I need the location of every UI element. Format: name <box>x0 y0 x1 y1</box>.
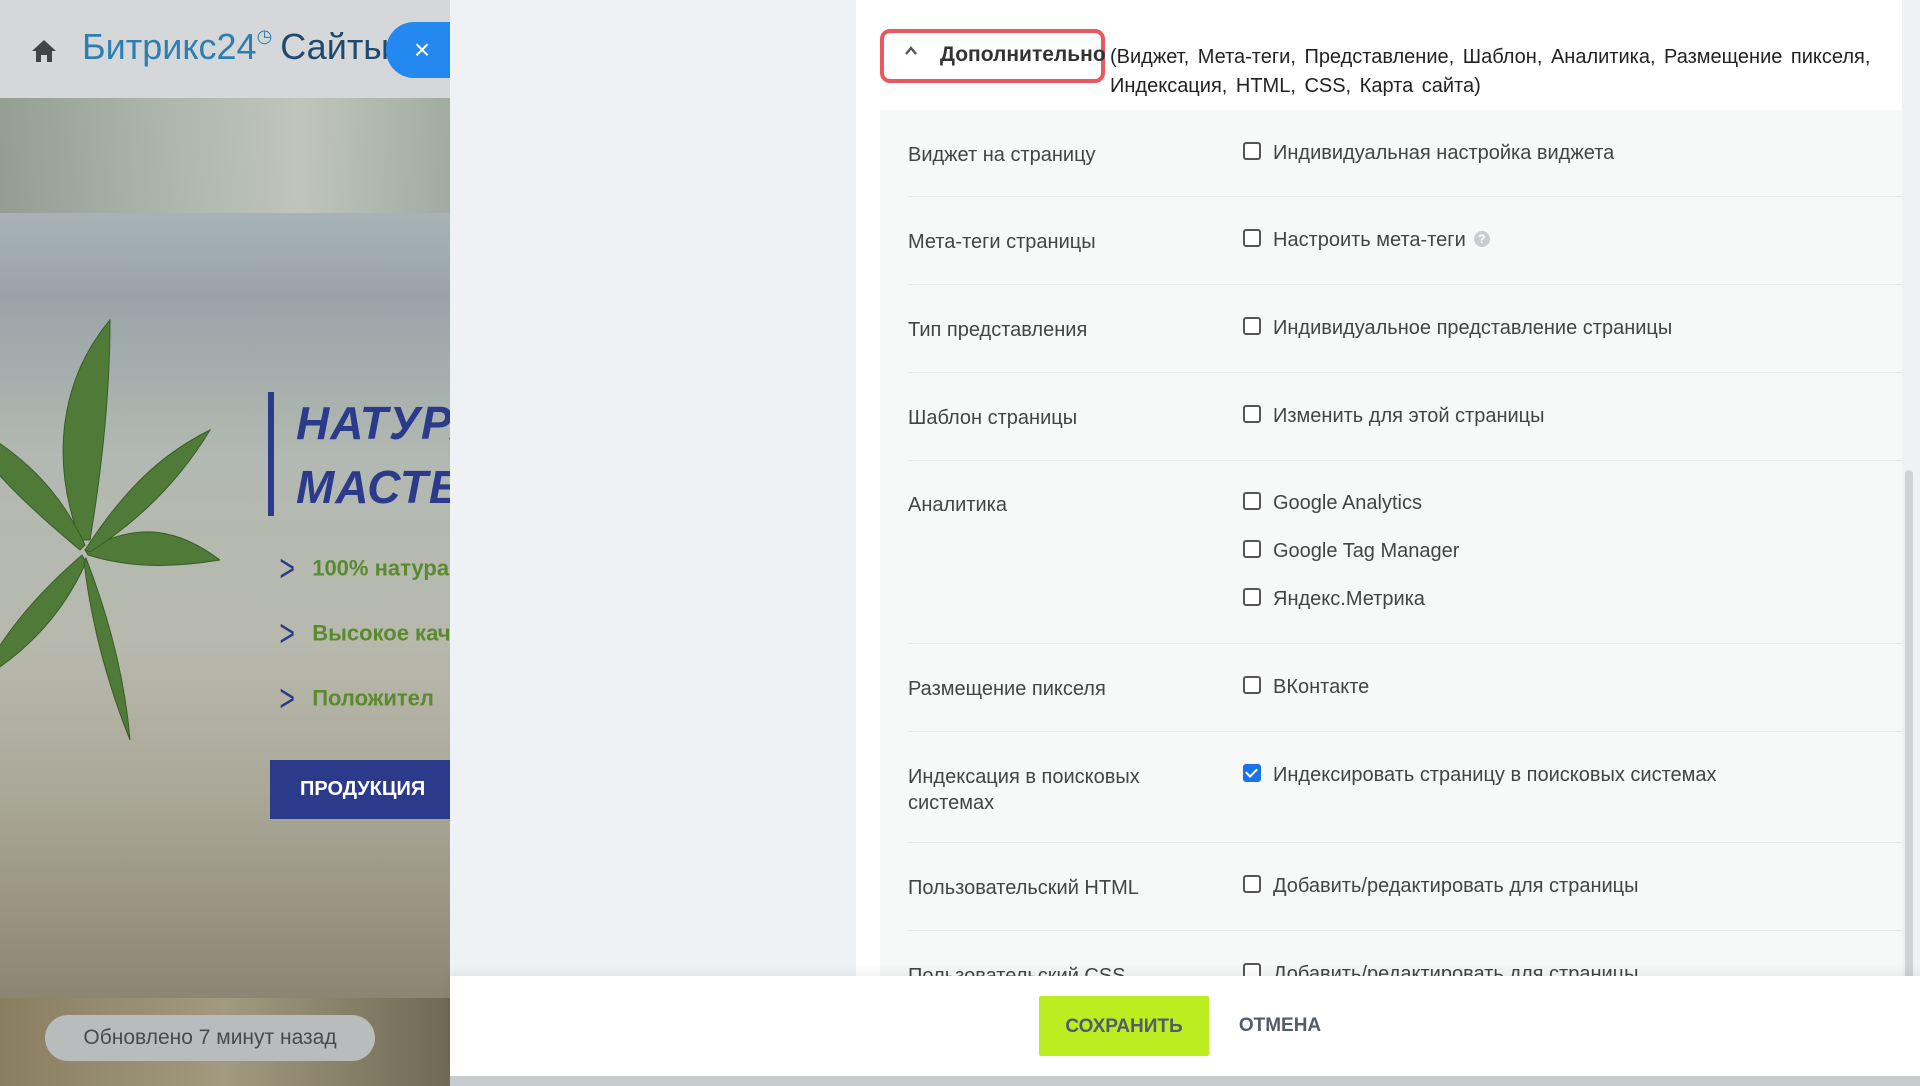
additional-section-description: (Виджет, Мета-теги, Представление, Шабло… <box>1110 46 1871 97</box>
chevron-up-icon[interactable] <box>904 44 918 58</box>
additional-toggle-label[interactable]: Дополнительно <box>940 43 1106 67</box>
row-label: Тип представления <box>908 319 1088 341</box>
checkbox[interactable] <box>1243 316 1261 335</box>
row-label: Мета-теги страницы <box>908 231 1096 253</box>
hero-feature-3: > Положител <box>279 678 434 720</box>
settings-row-view: Тип представления Индивидуальное предста… <box>908 285 1902 373</box>
settings-row-indexing: Индексация в поисковых системах Индексир… <box>908 732 1902 843</box>
checkbox[interactable] <box>1243 874 1261 893</box>
checkbox[interactable] <box>1243 587 1261 606</box>
row-label: Аналитика <box>908 494 1007 516</box>
home-icon[interactable] <box>30 38 58 64</box>
template-change-checkbox[interactable]: Изменить для этой страницы <box>1243 404 1545 428</box>
widget-individual-checkbox[interactable]: Индивидуальная настройка виджета <box>1243 141 1614 165</box>
view-individual-checkbox[interactable]: Индивидуальное представление страницы <box>1243 316 1672 340</box>
close-slider-button[interactable]: × <box>386 22 450 78</box>
row-label: Индексация в поисковых системах <box>908 766 1140 814</box>
row-label: Размещение пикселя <box>908 678 1106 700</box>
checkbox-checked[interactable] <box>1243 763 1261 782</box>
clock-icon: ◷ <box>256 26 273 46</box>
row-label: Пользовательский CSS <box>908 965 1126 976</box>
hero-title-line1: НАТУРА <box>296 397 450 449</box>
slider-footer: СОХРАНИТЬ ОТМЕНА <box>450 976 1920 1076</box>
checkbox[interactable] <box>1243 962 1261 976</box>
hero-feature-1: >100% натура <box>279 548 450 590</box>
hero-accent-bar <box>268 392 274 516</box>
vkontakte-pixel-checkbox[interactable]: ВКонтакте <box>1243 675 1369 699</box>
row-label: Виджет на страницу <box>908 144 1096 166</box>
hero-title-line2: МАСТЕР <box>296 461 450 513</box>
settings-row-analytics: Аналитика Google Analytics Google Tag Ma… <box>908 461 1902 644</box>
settings-row-html: Пользовательский HTML Добавить/редактиро… <box>908 843 1902 931</box>
hero-top-strip <box>0 98 450 213</box>
custom-css-checkbox[interactable]: Добавить/редактировать для страницы <box>1243 962 1639 976</box>
settings-row-pixel: Размещение пикселя ВКонтакте <box>908 644 1902 732</box>
checkbox[interactable] <box>1243 539 1261 558</box>
cancel-button[interactable]: ОТМЕНА <box>1230 996 1330 1056</box>
row-label: Пользовательский HTML <box>908 877 1139 899</box>
site-header: Битрикс24◷ Сайты × <box>0 0 450 98</box>
row-label: Шаблон страницы <box>908 407 1078 429</box>
google-tag-manager-checkbox[interactable]: Google Tag Manager <box>1243 539 1459 563</box>
checkbox[interactable] <box>1243 228 1261 247</box>
scrollbar[interactable] <box>1905 470 1913 980</box>
chevron-right-icon: > <box>279 613 295 655</box>
updated-status: Обновлено 7 минут назад <box>45 1015 375 1061</box>
bitrix24-sites-logo: Битрикс24◷ Сайты <box>82 26 390 67</box>
additional-section-header: Дополнительно (Виджет, Мета-теги, Предст… <box>856 0 1902 110</box>
checkbox[interactable] <box>1243 675 1261 694</box>
hero-feature-2: > Высокое кач <box>279 613 450 655</box>
yandex-metrika-checkbox[interactable]: Яндекс.Метрика <box>1243 587 1425 611</box>
google-analytics-checkbox[interactable]: Google Analytics <box>1243 491 1422 515</box>
checkbox[interactable] <box>1243 491 1261 510</box>
settings-row-widget: Виджет на страницу Индивидуальная настро… <box>908 110 1902 197</box>
checkbox[interactable] <box>1243 404 1261 423</box>
checkbox[interactable] <box>1243 141 1261 160</box>
settings-row-css: Пользовательский CSS Добавить/редактиров… <box>908 931 1902 976</box>
settings-rows: Виджет на страницу Индивидуальная настро… <box>880 110 1902 976</box>
leaf-image <box>0 318 220 741</box>
background-page: НАТУРА МАСТЕР >100% натура >Высокое кач … <box>0 0 450 1086</box>
custom-html-checkbox[interactable]: Добавить/редактировать для страницы <box>1243 874 1639 898</box>
meta-tags-checkbox[interactable]: Настроить мета-теги? <box>1243 228 1490 252</box>
settings-slider: Дополнительно (Виджет, Мета-теги, Предст… <box>450 0 1920 1086</box>
settings-row-meta: Мета-теги страницы Настроить мета-теги? <box>908 197 1902 285</box>
save-button[interactable]: СОХРАНИТЬ <box>1039 996 1209 1056</box>
products-button[interactable]: ПРОДУКЦИЯ <box>270 760 450 819</box>
chevron-right-icon: > <box>279 548 295 590</box>
help-icon[interactable]: ? <box>1473 230 1490 247</box>
settings-row-template: Шаблон страницы Изменить для этой страни… <box>908 373 1902 461</box>
chevron-right-icon: > <box>279 678 295 720</box>
settings-content: Дополнительно (Виджет, Мета-теги, Предст… <box>856 0 1902 976</box>
indexing-checkbox[interactable]: Индексировать страницу в поисковых систе… <box>1243 763 1717 787</box>
bottom-edge <box>450 1076 1920 1086</box>
